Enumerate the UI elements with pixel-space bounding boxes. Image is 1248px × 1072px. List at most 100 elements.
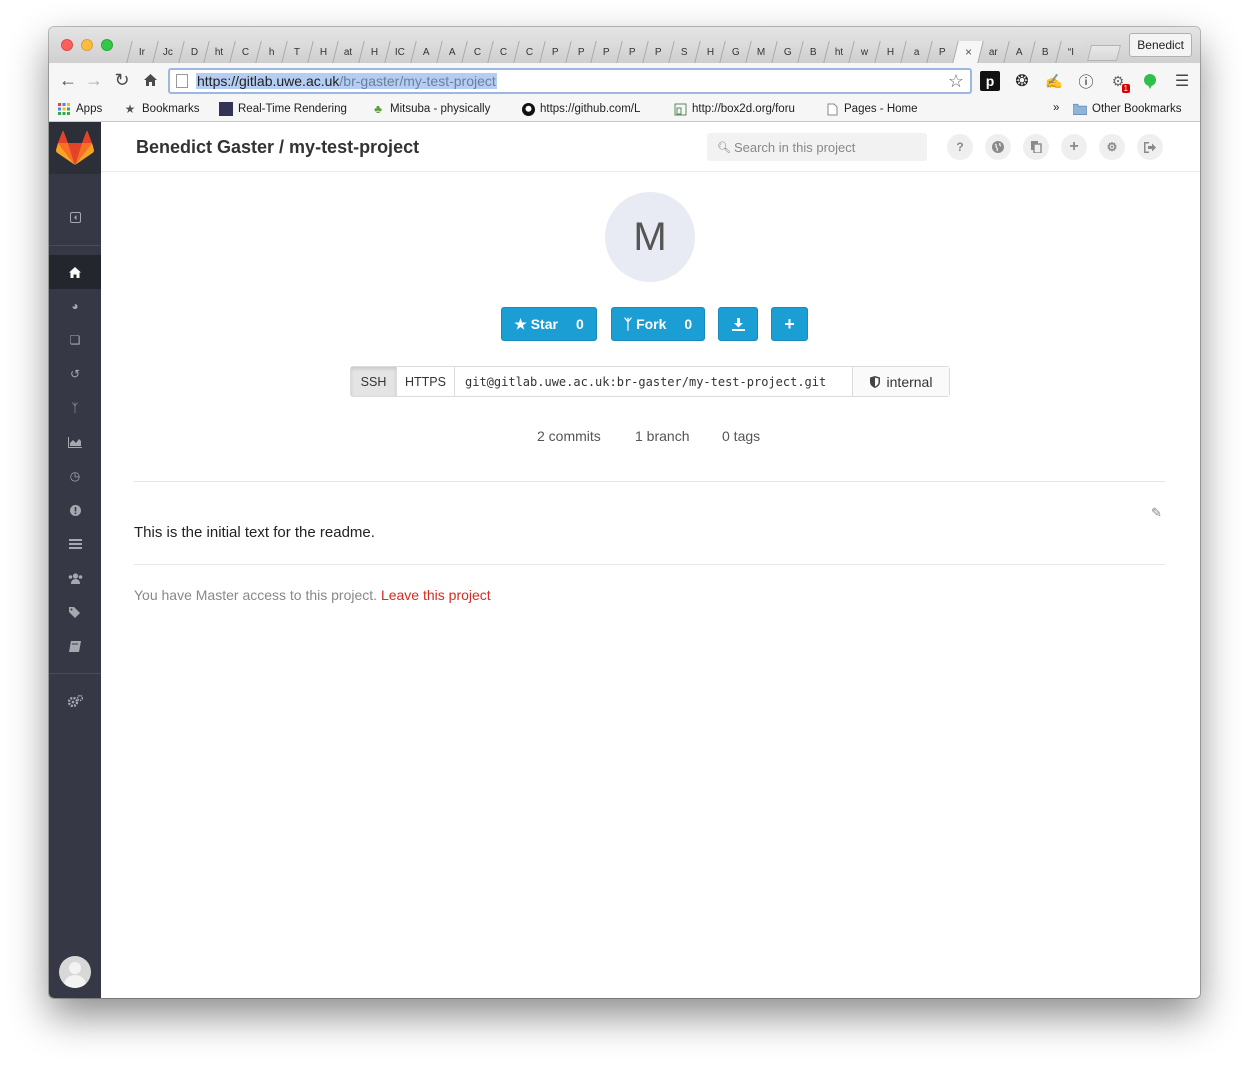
- user-avatar[interactable]: [59, 956, 91, 988]
- p-extension-icon[interactable]: p: [980, 71, 1000, 91]
- bookmark-github[interactable]: https://github.com/L: [521, 102, 652, 116]
- wiki-book-icon[interactable]: [49, 629, 101, 663]
- settings-gear-icon[interactable]: ⚙: [1099, 134, 1125, 160]
- search-icon: 🔍︎: [717, 141, 731, 154]
- sidebar: ◕ ❏ ↺ ᛉ ◷: [49, 122, 101, 998]
- tab-strip: Ir Jc Dht Ch T Hat H IC A A C C C P P P P P S H G M G Bht w Ha P × a…: [49, 27, 1200, 63]
- bookmark-bookmarks[interactable]: ★ Bookmarks: [123, 102, 200, 116]
- bookmark-apps[interactable]: Apps: [57, 102, 102, 116]
- extension-badge: 1: [1121, 84, 1130, 93]
- clone-panel: SSH HTTPS git@gitlab.uwe.ac.uk:br-gaster…: [350, 366, 950, 397]
- green-extension-icon[interactable]: [1140, 71, 1160, 91]
- fork-button[interactable]: ᛉ Fork 0: [611, 307, 705, 341]
- browser-toolbar: ← → ↻ https://gitlab.uwe.ac.uk/br-gaster…: [49, 63, 1200, 98]
- fork-count: 0: [684, 316, 693, 332]
- ssh-button[interactable]: SSH: [351, 367, 397, 396]
- members-users-icon[interactable]: [49, 561, 101, 595]
- milestones-clock-icon[interactable]: ◷: [49, 459, 101, 493]
- spiral-extension-icon[interactable]: ❂: [1012, 71, 1032, 91]
- shield-icon: [869, 375, 880, 388]
- back-button[interactable]: ←: [57, 69, 79, 91]
- project-home-icon[interactable]: [49, 255, 101, 289]
- profile-button[interactable]: Benedict: [1129, 33, 1192, 57]
- inspector-extension-icon[interactable]: ⚙ 1: [1108, 71, 1130, 93]
- branches-link[interactable]: 1 branch: [635, 428, 689, 444]
- activity-dashboard-icon[interactable]: ◕: [49, 289, 101, 323]
- tags-link[interactable]: 0 tags: [722, 428, 760, 444]
- sign-out-icon[interactable]: [1137, 134, 1163, 160]
- search-input[interactable]: 🔍︎ Search in this project: [707, 133, 927, 161]
- bookmark-pages-home[interactable]: Pages - Home: [825, 102, 918, 116]
- bookmark-other[interactable]: Other Bookmarks: [1073, 102, 1181, 116]
- url-text[interactable]: https://gitlab.uwe.ac.uk/br-gaster/my-te…: [196, 73, 497, 89]
- https-button[interactable]: HTTPS: [397, 367, 455, 396]
- browser-tabs: Ir Jc Dht Ch T Hat H IC A A C C C P P P P P S H G M G Bht w Ha P × a…: [126, 39, 1122, 63]
- home-button[interactable]: [139, 69, 161, 91]
- page-header: Benedict Gaster / my-test-project 🔍︎ Sea…: [101, 122, 1200, 172]
- home-icon: [143, 74, 157, 86]
- document-icon: [825, 102, 839, 116]
- zoom-window-button[interactable]: [101, 39, 113, 51]
- page-icon: [176, 74, 188, 88]
- readme-content: This is the initial text for the readme.: [134, 524, 375, 541]
- visibility-badge: internal: [853, 367, 949, 396]
- github-icon: [521, 102, 535, 116]
- labels-tags-icon[interactable]: [49, 595, 101, 629]
- reload-button[interactable]: ↻: [111, 69, 133, 91]
- new-tab-button[interactable]: [1087, 45, 1122, 61]
- forward-button[interactable]: →: [83, 69, 105, 91]
- branch-network-icon[interactable]: ᛉ: [49, 391, 101, 425]
- commits-history-icon[interactable]: ↺: [49, 357, 101, 391]
- commits-link[interactable]: 2 commits: [537, 428, 601, 444]
- divider: [134, 564, 1165, 565]
- info-extension-icon[interactable]: ⓘ: [1076, 71, 1096, 91]
- download-button[interactable]: [718, 307, 758, 341]
- bookmark-box2d[interactable]: http://box2d.org/foru: [673, 102, 805, 116]
- leave-project-link[interactable]: Leave this project: [381, 587, 491, 603]
- bookmarks-bar: Apps ★ Bookmarks Real-Time Rendering ♣ M…: [49, 98, 1200, 122]
- explore-globe-icon[interactable]: [985, 134, 1011, 160]
- star-count: 0: [575, 316, 584, 332]
- snippets-copy-icon[interactable]: [1023, 134, 1049, 160]
- graphs-icon[interactable]: [49, 425, 101, 459]
- fork-icon: ᛉ: [623, 316, 637, 332]
- folder-icon: [1073, 102, 1087, 116]
- gitlab-fox-icon: [56, 130, 94, 165]
- apps-grid-icon: [57, 102, 71, 116]
- clover-icon: ♣: [374, 102, 382, 116]
- gitlab-logo[interactable]: [49, 122, 101, 174]
- minimize-window-button[interactable]: [81, 39, 93, 51]
- box2d-icon: [673, 102, 687, 116]
- close-window-button[interactable]: [61, 39, 73, 51]
- project-avatar: M: [605, 192, 695, 282]
- help-icon[interactable]: ?: [947, 134, 973, 160]
- access-notice: You have Master access to this project. …: [134, 587, 491, 603]
- address-bar[interactable]: https://gitlab.uwe.ac.uk/br-gaster/my-te…: [168, 68, 972, 94]
- edit-pencil-icon[interactable]: ✎: [1151, 505, 1162, 521]
- download-icon: [731, 317, 745, 331]
- menu-icon[interactable]: ☰: [1172, 71, 1192, 91]
- divider: [134, 481, 1165, 482]
- bookmark-mitsuba[interactable]: ♣ Mitsuba - physically: [371, 102, 504, 116]
- gitlab-app: ◕ ❏ ↺ ᛉ ◷ Benedict Gaster / my-test-proj…: [49, 122, 1200, 998]
- new-plus-icon[interactable]: +: [1061, 134, 1087, 160]
- star-icon: ★︎: [514, 315, 531, 332]
- files-icon[interactable]: ❏: [49, 323, 101, 357]
- bookmark-star-icon[interactable]: ☆: [948, 71, 964, 92]
- project-home: M ★︎ Star 0 ᛉ Fork 0 + SSH HTTPS git@gitla…: [101, 172, 1200, 998]
- star-icon: ★: [124, 102, 136, 116]
- rtr-favicon-icon: [219, 102, 233, 116]
- add-plus-button[interactable]: +: [771, 307, 808, 341]
- bookmark-realtime-rendering[interactable]: Real-Time Rendering: [219, 102, 351, 116]
- browser-tab[interactable]: “I: [1054, 41, 1087, 63]
- evernote-icon[interactable]: ✍: [1044, 71, 1064, 91]
- collapse-sidebar-icon[interactable]: [49, 200, 101, 234]
- settings-cogs-icon[interactable]: [49, 684, 101, 718]
- merge-requests-list-icon[interactable]: [49, 527, 101, 561]
- clone-url-input[interactable]: git@gitlab.uwe.ac.uk:br-gaster/my-test-p…: [455, 367, 853, 396]
- bookmarks-overflow-chevron[interactable]: »: [1053, 102, 1059, 114]
- browser-window: Ir Jc Dht Ch T Hat H IC A A C C C P P P P P S H G M G Bht w Ha P × a…: [49, 27, 1200, 998]
- issues-icon[interactable]: [49, 493, 101, 527]
- star-button[interactable]: ★︎ Star 0: [501, 307, 597, 341]
- page-title[interactable]: Benedict Gaster / my-test-project: [136, 137, 419, 158]
